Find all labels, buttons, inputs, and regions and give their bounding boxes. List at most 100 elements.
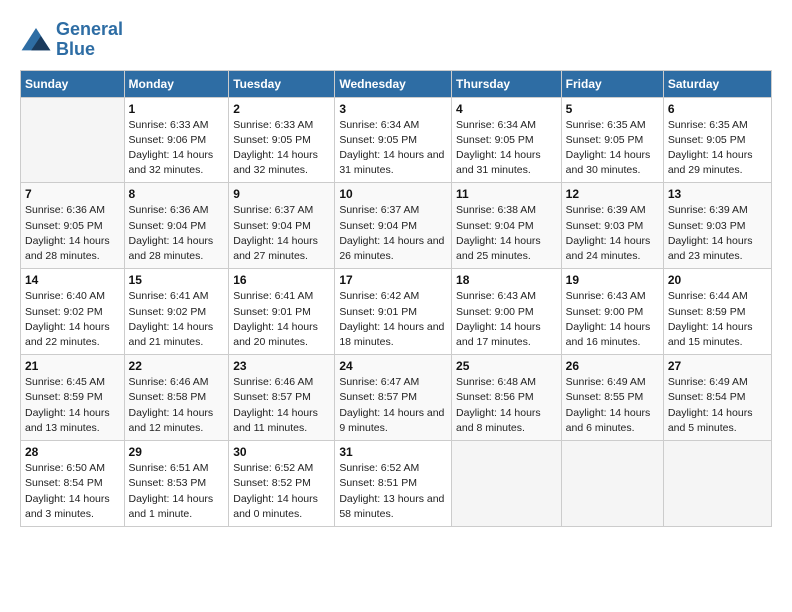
calendar-cell: 21Sunrise: 6:45 AM Sunset: 8:59 PM Dayli… [21, 355, 125, 441]
cell-date: 8 [129, 187, 225, 201]
cell-info: Sunrise: 6:52 AM Sunset: 8:52 PM Dayligh… [233, 461, 330, 522]
calendar-cell [21, 97, 125, 183]
calendar-cell: 20 Sunrise: 6:44 AM Sunset: 8:59 PM Dayli… [663, 269, 771, 355]
calendar-cell: 19 Sunrise: 6:43 AM Sunset: 9:00 PM Dayli… [561, 269, 663, 355]
cell-info: Sunrise: 6:51 AM Sunset: 8:53 PM Dayligh… [129, 461, 225, 522]
logo: General Blue [20, 20, 123, 60]
calendar-cell: 23 Sunrise: 6:46 AM Sunset: 8:57 PM Dayli… [229, 355, 335, 441]
calendar-cell: 16 Sunrise: 6:41 AM Sunset: 9:01 PM Dayli… [229, 269, 335, 355]
day-header-tuesday: Tuesday [229, 70, 335, 97]
calendar-cell [561, 441, 663, 527]
cell-date: 1 [129, 102, 225, 116]
day-header-saturday: Saturday [663, 70, 771, 97]
calendar-cell: 2 Sunrise: 6:33 AM Sunset: 9:05 PM Daylig… [229, 97, 335, 183]
calendar-cell: 5 Sunrise: 6:35 AM Sunset: 9:05 PM Daylig… [561, 97, 663, 183]
cell-info: Sunrise: 6:44 AM Sunset: 8:59 PM Dayligh… [668, 289, 767, 350]
calendar-cell [452, 441, 562, 527]
week-row-5: 28Sunrise: 6:50 AM Sunset: 8:54 PM Dayli… [21, 441, 772, 527]
cell-date: 26 [566, 359, 659, 373]
calendar-cell: 22 Sunrise: 6:46 AM Sunset: 8:58 PM Dayli… [124, 355, 229, 441]
cell-info: Sunrise: 6:52 AM Sunset: 8:51 PM Dayligh… [339, 461, 447, 522]
calendar-cell: 28Sunrise: 6:50 AM Sunset: 8:54 PM Dayli… [21, 441, 125, 527]
calendar-cell: 25Sunrise: 6:48 AM Sunset: 8:56 PM Dayli… [452, 355, 562, 441]
calendar-table: SundayMondayTuesdayWednesdayThursdayFrid… [20, 70, 772, 527]
cell-info: Sunrise: 6:42 AM Sunset: 9:01 PM Dayligh… [339, 289, 447, 350]
cell-date: 17 [339, 273, 447, 287]
cell-info: Sunrise: 6:49 AM Sunset: 8:55 PM Dayligh… [566, 375, 659, 436]
cell-info: Sunrise: 6:46 AM Sunset: 8:57 PM Dayligh… [233, 375, 330, 436]
cell-date: 14 [25, 273, 120, 287]
calendar-cell: 26 Sunrise: 6:49 AM Sunset: 8:55 PM Dayli… [561, 355, 663, 441]
cell-info: Sunrise: 6:39 AM Sunset: 9:03 PM Dayligh… [566, 203, 659, 264]
week-row-2: 7 Sunrise: 6:36 AM Sunset: 9:05 PM Daylig… [21, 183, 772, 269]
cell-info: Sunrise: 6:41 AM Sunset: 9:02 PM Dayligh… [129, 289, 225, 350]
cell-date: 19 [566, 273, 659, 287]
cell-date: 25 [456, 359, 557, 373]
day-header-thursday: Thursday [452, 70, 562, 97]
cell-info: Sunrise: 6:33 AM Sunset: 9:06 PM Dayligh… [129, 118, 225, 179]
calendar-cell: 14 Sunrise: 6:40 AM Sunset: 9:02 PM Dayli… [21, 269, 125, 355]
cell-date: 15 [129, 273, 225, 287]
calendar-cell: 9 Sunrise: 6:37 AM Sunset: 9:04 PM Daylig… [229, 183, 335, 269]
cell-info: Sunrise: 6:35 AM Sunset: 9:05 PM Dayligh… [566, 118, 659, 179]
cell-info: Sunrise: 6:36 AM Sunset: 9:05 PM Dayligh… [25, 203, 120, 264]
cell-date: 21 [25, 359, 120, 373]
cell-date: 24 [339, 359, 447, 373]
cell-date: 11 [456, 187, 557, 201]
cell-date: 18 [456, 273, 557, 287]
cell-date: 29 [129, 445, 225, 459]
calendar-cell: 7 Sunrise: 6:36 AM Sunset: 9:05 PM Daylig… [21, 183, 125, 269]
cell-info: Sunrise: 6:37 AM Sunset: 9:04 PM Dayligh… [233, 203, 330, 264]
cell-date: 13 [668, 187, 767, 201]
cell-date: 31 [339, 445, 447, 459]
calendar-cell: 11 Sunrise: 6:38 AM Sunset: 9:04 PM Dayli… [452, 183, 562, 269]
cell-date: 5 [566, 102, 659, 116]
calendar-cell: 27 Sunrise: 6:49 AM Sunset: 8:54 PM Dayli… [663, 355, 771, 441]
cell-date: 20 [668, 273, 767, 287]
day-header-sunday: Sunday [21, 70, 125, 97]
header: General Blue [20, 20, 772, 60]
week-row-3: 14 Sunrise: 6:40 AM Sunset: 9:02 PM Dayli… [21, 269, 772, 355]
day-header-wednesday: Wednesday [335, 70, 452, 97]
calendar-cell: 29 Sunrise: 6:51 AM Sunset: 8:53 PM Dayli… [124, 441, 229, 527]
cell-info: Sunrise: 6:41 AM Sunset: 9:01 PM Dayligh… [233, 289, 330, 350]
cell-info: Sunrise: 6:40 AM Sunset: 9:02 PM Dayligh… [25, 289, 120, 350]
cell-info: Sunrise: 6:43 AM Sunset: 9:00 PM Dayligh… [566, 289, 659, 350]
calendar-cell: 4 Sunrise: 6:34 AM Sunset: 9:05 PM Daylig… [452, 97, 562, 183]
cell-info: Sunrise: 6:35 AM Sunset: 9:05 PM Dayligh… [668, 118, 767, 179]
calendar-cell: 6 Sunrise: 6:35 AM Sunset: 9:05 PM Daylig… [663, 97, 771, 183]
cell-info: Sunrise: 6:49 AM Sunset: 8:54 PM Dayligh… [668, 375, 767, 436]
day-header-friday: Friday [561, 70, 663, 97]
cell-info: Sunrise: 6:33 AM Sunset: 9:05 PM Dayligh… [233, 118, 330, 179]
calendar-cell: 24 Sunrise: 6:47 AM Sunset: 8:57 PM Dayli… [335, 355, 452, 441]
cell-date: 2 [233, 102, 330, 116]
cell-info: Sunrise: 6:34 AM Sunset: 9:05 PM Dayligh… [456, 118, 557, 179]
week-row-4: 21Sunrise: 6:45 AM Sunset: 8:59 PM Dayli… [21, 355, 772, 441]
cell-info: Sunrise: 6:47 AM Sunset: 8:57 PM Dayligh… [339, 375, 447, 436]
calendar-cell: 15 Sunrise: 6:41 AM Sunset: 9:02 PM Dayli… [124, 269, 229, 355]
calendar-cell: 3Sunrise: 6:34 AM Sunset: 9:05 PM Daylig… [335, 97, 452, 183]
day-header-monday: Monday [124, 70, 229, 97]
calendar-cell: 31 Sunrise: 6:52 AM Sunset: 8:51 PM Dayli… [335, 441, 452, 527]
calendar-cell [663, 441, 771, 527]
calendar-cell: 8 Sunrise: 6:36 AM Sunset: 9:04 PM Daylig… [124, 183, 229, 269]
cell-date: 7 [25, 187, 120, 201]
cell-date: 30 [233, 445, 330, 459]
calendar-cell: 10Sunrise: 6:37 AM Sunset: 9:04 PM Dayli… [335, 183, 452, 269]
cell-date: 22 [129, 359, 225, 373]
cell-date: 27 [668, 359, 767, 373]
cell-date: 23 [233, 359, 330, 373]
cell-info: Sunrise: 6:39 AM Sunset: 9:03 PM Dayligh… [668, 203, 767, 264]
cell-date: 12 [566, 187, 659, 201]
calendar-cell: 13 Sunrise: 6:39 AM Sunset: 9:03 PM Dayli… [663, 183, 771, 269]
cell-info: Sunrise: 6:37 AM Sunset: 9:04 PM Dayligh… [339, 203, 447, 264]
cell-date: 16 [233, 273, 330, 287]
cell-info: Sunrise: 6:38 AM Sunset: 9:04 PM Dayligh… [456, 203, 557, 264]
cell-info: Sunrise: 6:36 AM Sunset: 9:04 PM Dayligh… [129, 203, 225, 264]
cell-info: Sunrise: 6:46 AM Sunset: 8:58 PM Dayligh… [129, 375, 225, 436]
cell-info: Sunrise: 6:50 AM Sunset: 8:54 PM Dayligh… [25, 461, 120, 522]
cell-date: 6 [668, 102, 767, 116]
cell-date: 9 [233, 187, 330, 201]
calendar-cell: 12 Sunrise: 6:39 AM Sunset: 9:03 PM Dayli… [561, 183, 663, 269]
cell-date: 4 [456, 102, 557, 116]
